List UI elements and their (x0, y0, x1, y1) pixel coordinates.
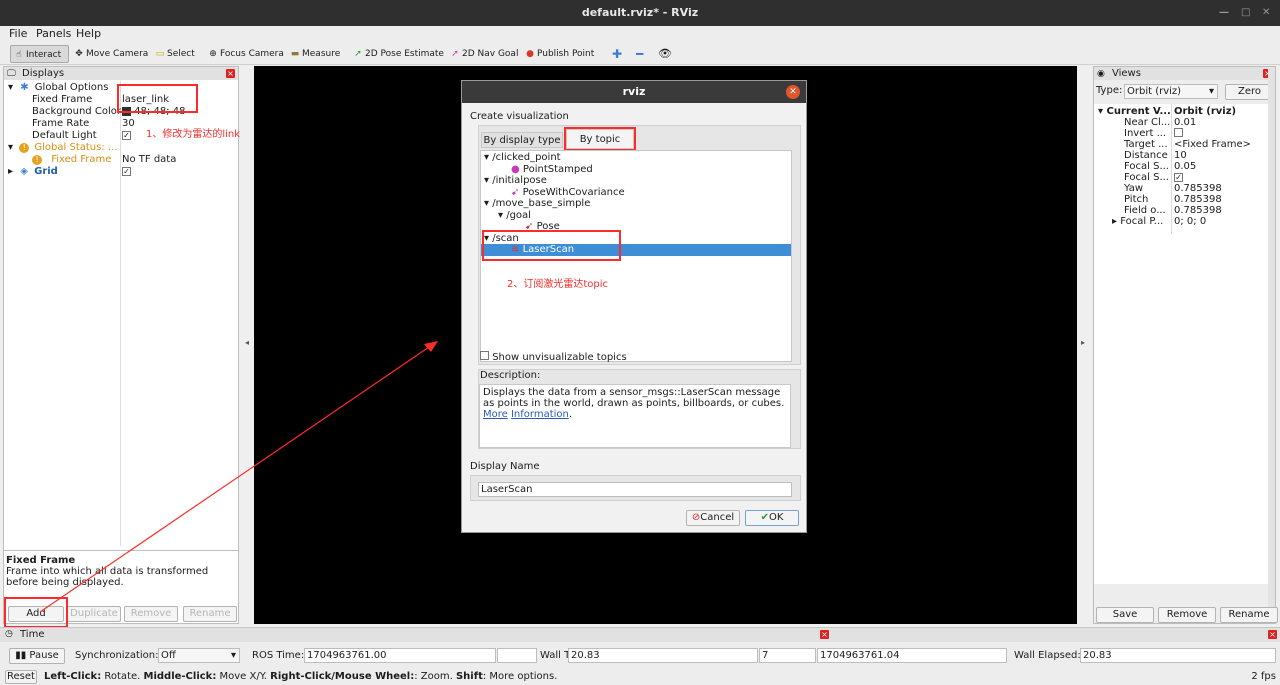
annotation-arrow-line (39, 344, 433, 613)
annotation-arrow (39, 341, 438, 613)
annotation-arrow-head (424, 341, 438, 352)
